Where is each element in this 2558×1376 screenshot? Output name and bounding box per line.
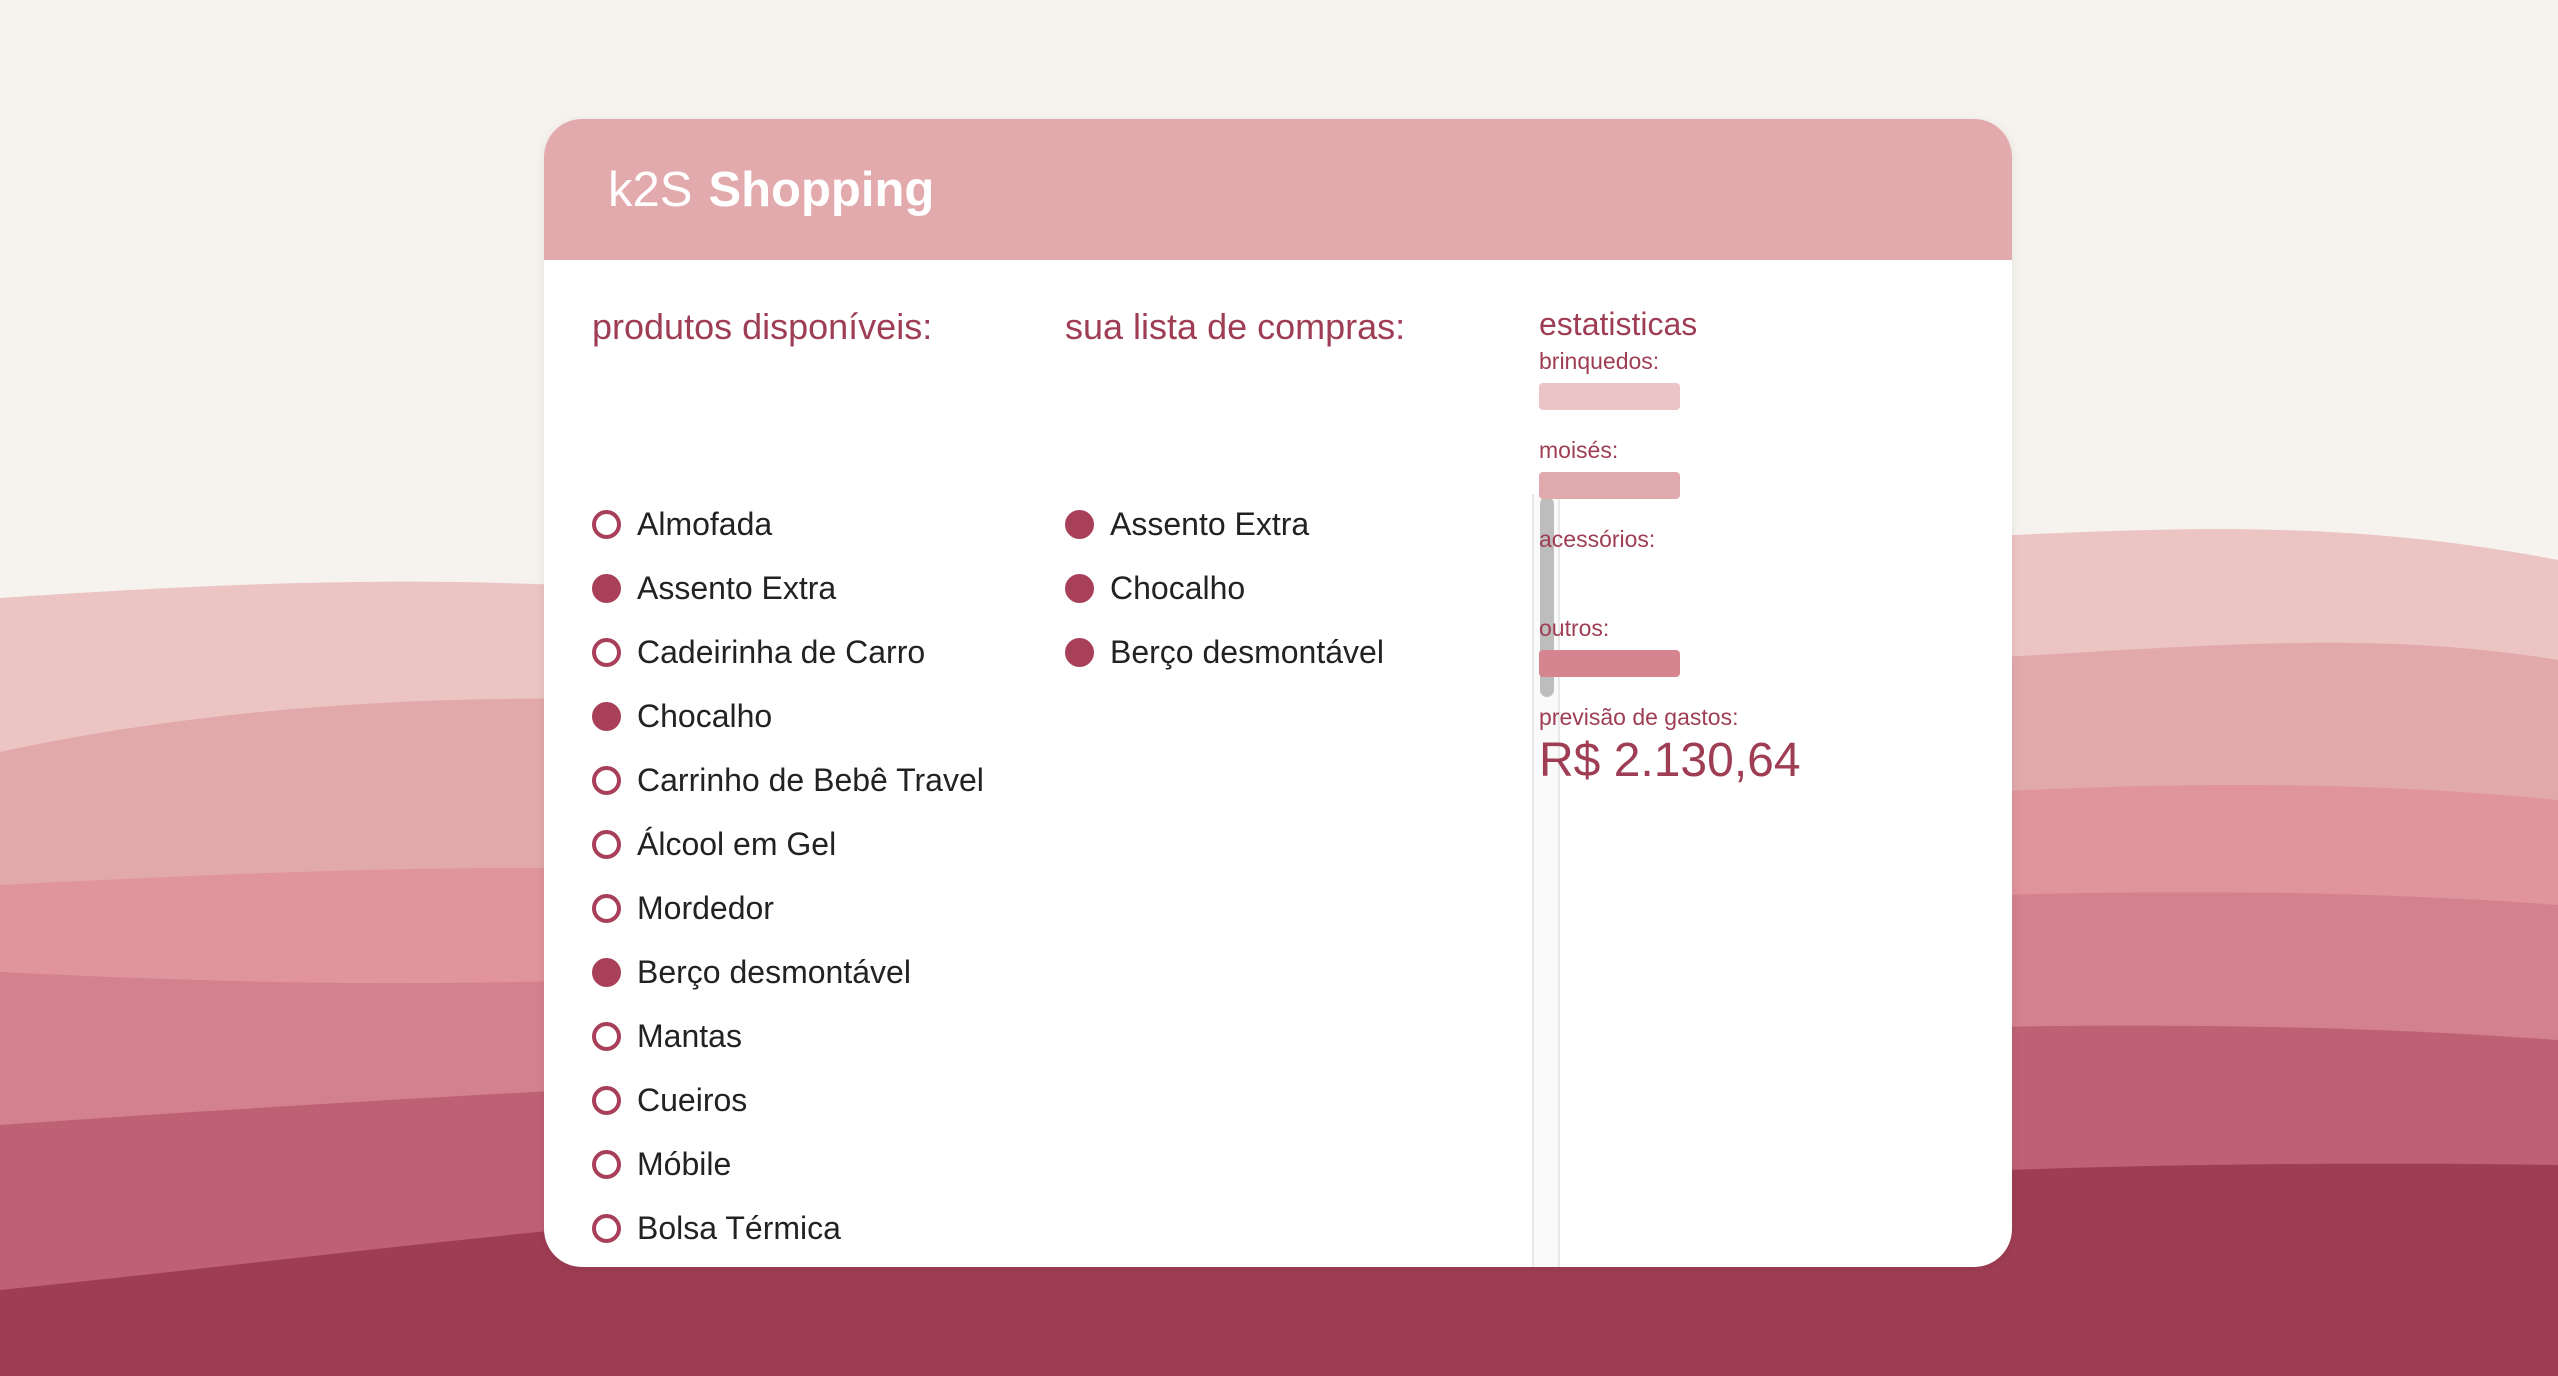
product-label: Mantas <box>637 1017 742 1054</box>
radio-unchecked-icon[interactable] <box>592 893 621 923</box>
cart-item[interactable]: Berço desmontável <box>1065 620 1505 684</box>
stat-category-label: outros: <box>1539 615 1610 641</box>
product-item[interactable]: Cueiros <box>592 1068 1532 1132</box>
radio-unchecked-icon[interactable] <box>592 1021 621 1051</box>
forecast-value: R$ 2.130,64 <box>1539 734 1801 787</box>
radio-checked-icon[interactable] <box>592 573 621 603</box>
bullet-icon <box>1065 509 1094 539</box>
brand-prefix: k2S <box>608 162 693 217</box>
shopping-list: Assento Extra Chocalho Berço desmontável <box>1065 492 1505 684</box>
product-label: Chocalho <box>637 697 773 734</box>
cart-item-label: Chocalho <box>1110 569 1246 606</box>
forecast-label: previsão de gastos: <box>1539 704 1739 730</box>
product-label: Cueiros <box>637 1081 748 1118</box>
product-label: Álcool em Gel <box>637 825 837 862</box>
cart-item[interactable]: Assento Extra <box>1065 492 1505 556</box>
radio-checked-icon[interactable] <box>592 957 621 987</box>
stats-panel: brinquedos: moisés: acessórios: outros: <box>1539 348 1959 704</box>
stat-category: brinquedos: <box>1539 348 1959 437</box>
product-label: Mordedor <box>637 889 774 926</box>
available-products-title: produtos disponíveis: <box>592 306 933 347</box>
product-label: Assento Extra <box>637 569 837 606</box>
product-item[interactable]: Mordedor <box>592 876 1532 940</box>
stat-category-label: brinquedos: <box>1539 348 1660 374</box>
product-item[interactable]: Berço desmontável <box>592 940 1532 1004</box>
product-item[interactable]: Mantas <box>592 1004 1532 1068</box>
product-item[interactable]: Carrinho de Bebê Travel <box>592 748 1532 812</box>
stat-category: outros: <box>1539 615 1959 704</box>
radio-unchecked-icon[interactable] <box>592 1213 621 1243</box>
bullet-icon <box>1065 637 1094 667</box>
product-item[interactable]: Bolsa Térmica <box>592 1196 1532 1260</box>
shopping-list-title: sua lista de compras: <box>1065 306 1406 347</box>
product-item[interactable]: Móbile <box>592 1132 1532 1196</box>
brand-name: Shopping <box>708 162 935 217</box>
stat-category-label: moisés: <box>1539 437 1619 463</box>
product-item[interactable]: Cotonetes <box>592 1260 1532 1267</box>
stat-category: acessórios: <box>1539 526 1959 615</box>
product-item[interactable]: Álcool em Gel <box>592 812 1532 876</box>
cart-item-label: Assento Extra <box>1110 505 1310 542</box>
radio-unchecked-icon[interactable] <box>592 509 621 539</box>
product-label: Almofada <box>637 505 773 542</box>
product-item[interactable]: Chocalho <box>592 684 1532 748</box>
forecast: previsão de gastos: R$ 2.130,64 <box>1539 704 1959 788</box>
product-label: Bolsa Térmica <box>637 1209 841 1246</box>
stat-bar <box>1539 383 1680 410</box>
product-label: Cadeirinha de Carro <box>637 633 926 670</box>
stat-bar <box>1539 472 1680 499</box>
bullet-icon <box>1065 573 1094 603</box>
stats-title: estatisticas <box>1539 306 1698 342</box>
cart-item-label: Berço desmontável <box>1110 633 1384 670</box>
stat-category: moisés: <box>1539 437 1959 526</box>
product-label: Berço desmontável <box>637 953 911 990</box>
shopping-card: k2S Shopping produtos disponíveis: Almof… <box>544 119 2012 1267</box>
radio-unchecked-icon[interactable] <box>592 829 621 859</box>
cart-item[interactable]: Chocalho <box>1065 556 1505 620</box>
radio-unchecked-icon[interactable] <box>592 765 621 795</box>
product-label: Móbile <box>637 1145 732 1182</box>
app-header: k2S Shopping <box>544 119 2012 260</box>
radio-unchecked-icon[interactable] <box>592 637 621 667</box>
stat-category-label: acessórios: <box>1539 526 1656 552</box>
radio-checked-icon[interactable] <box>592 701 621 731</box>
radio-unchecked-icon[interactable] <box>592 1085 621 1115</box>
radio-unchecked-icon[interactable] <box>592 1149 621 1179</box>
product-label: Carrinho de Bebê Travel <box>637 761 984 798</box>
stat-bar <box>1539 650 1680 677</box>
